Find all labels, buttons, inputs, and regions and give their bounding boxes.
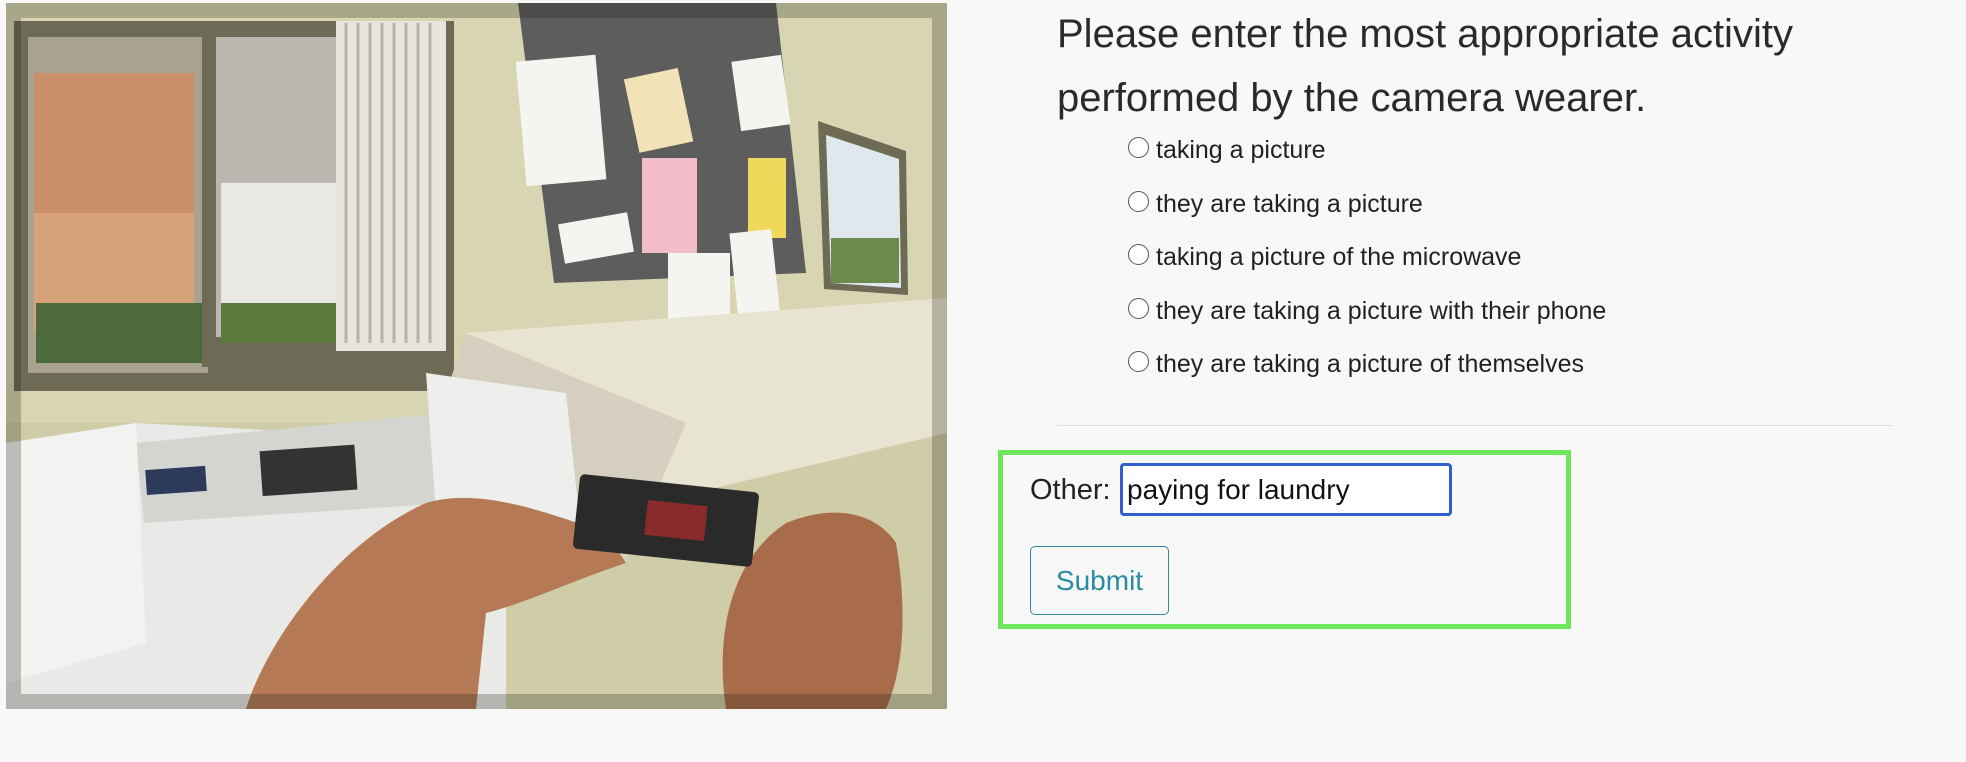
option-label: they are taking a picture of themselves bbox=[1156, 350, 1585, 378]
annotation-page: Please enter the most appropriate activi… bbox=[0, 0, 1966, 762]
other-input[interactable] bbox=[1120, 463, 1452, 516]
activity-options: taking a picture they are taking a pictu… bbox=[1128, 128, 1606, 396]
egocentric-scene-image bbox=[6, 3, 947, 709]
option-label: taking a picture of the microwave bbox=[1156, 243, 1522, 271]
section-divider bbox=[1057, 425, 1892, 426]
other-label: Other: bbox=[1030, 474, 1111, 506]
window-right bbox=[818, 121, 908, 295]
radio-button[interactable] bbox=[1128, 297, 1149, 319]
option-taking-a-picture[interactable]: taking a picture bbox=[1128, 128, 1606, 182]
option-taking-a-picture-with-phone[interactable]: they are taking a picture with their pho… bbox=[1128, 289, 1606, 343]
window-left bbox=[14, 21, 454, 391]
radio-button[interactable] bbox=[1128, 137, 1149, 158]
option-label: taking a picture bbox=[1156, 136, 1326, 164]
option-label: they are taking a picture with their pho… bbox=[1156, 296, 1607, 325]
radio-button[interactable] bbox=[1128, 351, 1149, 372]
option-taking-a-picture-of-themselves[interactable]: they are taking a picture of themselves bbox=[1128, 342, 1606, 396]
radio-button[interactable] bbox=[1128, 190, 1149, 212]
option-they-are-taking-a-picture[interactable]: they are taking a picture bbox=[1128, 182, 1606, 236]
option-taking-a-picture-of-microwave[interactable]: taking a picture of the microwave bbox=[1128, 235, 1606, 289]
video-frame bbox=[6, 3, 947, 709]
submit-button[interactable]: Submit bbox=[1030, 546, 1169, 615]
radio-button[interactable] bbox=[1128, 244, 1149, 265]
option-label: they are taking a picture bbox=[1156, 189, 1423, 218]
question-title: Please enter the most appropriate activi… bbox=[1057, 12, 1793, 120]
